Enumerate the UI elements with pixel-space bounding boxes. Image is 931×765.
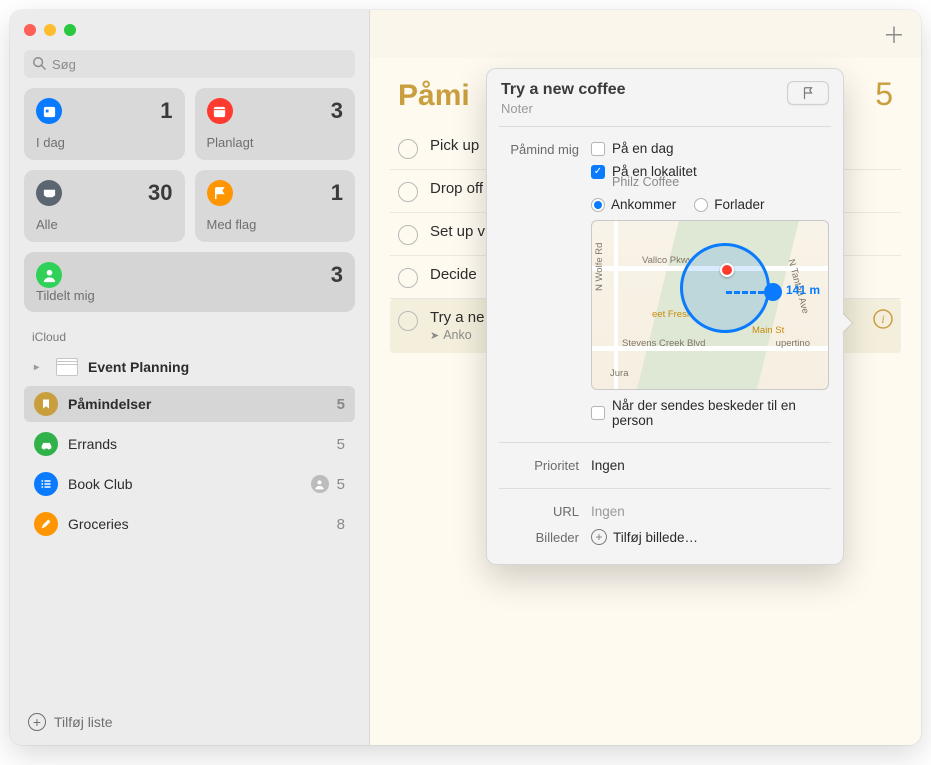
popover-title[interactable]: Try a new coffee <box>501 81 626 99</box>
map-road-label: Vallco Pkwy <box>642 255 693 266</box>
on-a-day-checkbox[interactable]: På en dag <box>591 141 829 156</box>
toolbar: ＋ <box>370 10 921 58</box>
arriving-radio[interactable]: Ankommer <box>591 197 676 212</box>
map-road-label: N Wolfe Rd <box>594 243 605 291</box>
minimize-window-button[interactable] <box>44 24 56 36</box>
map-pin-icon <box>720 263 734 277</box>
when-messaging-checkbox[interactable]: Når der sendes beskeder til en person <box>591 398 829 428</box>
list-folder-event-planning[interactable]: ▸ Event Planning <box>24 352 355 382</box>
notes-field[interactable]: Noter <box>501 101 626 116</box>
pencil-icon <box>34 512 58 536</box>
tray-icon <box>36 180 62 206</box>
reminder-checkbox[interactable] <box>398 268 418 288</box>
page-count: 5 <box>875 76 893 113</box>
calendar-icon <box>207 98 233 124</box>
reminder-checkbox[interactable] <box>398 139 418 159</box>
geofence-circle[interactable] <box>680 243 770 333</box>
list-count: 5 <box>337 436 345 453</box>
reminder-title: Decide <box>430 266 477 283</box>
window-controls <box>10 10 369 46</box>
map-road-label: upertino <box>776 338 810 349</box>
geofence-distance: 141 m <box>786 283 820 297</box>
map-road-label: Stevens Creek Blvd <box>622 338 705 349</box>
sidebar: Søg 1 I dag 3 Planlagt <box>10 10 370 745</box>
list-count: 5 <box>337 476 345 493</box>
list-label: Errands <box>68 436 117 452</box>
chevron-right-icon: ▸ <box>34 362 46 373</box>
reminder-title: Drop off <box>430 180 483 197</box>
reminder-checkbox[interactable] <box>398 182 418 202</box>
account-section-header: iCloud <box>10 320 369 350</box>
list-count: 8 <box>337 516 345 533</box>
location-name: Philz Coffee <box>612 175 829 189</box>
list-label: Book Club <box>68 476 133 492</box>
leaving-radio[interactable]: Forlader <box>694 197 764 212</box>
car-icon <box>34 432 58 456</box>
reminder-checkbox[interactable] <box>398 225 418 245</box>
popover-arrow <box>842 313 852 333</box>
smart-list-scheduled[interactable]: 3 Planlagt <box>195 88 356 160</box>
close-window-button[interactable] <box>24 24 36 36</box>
url-label: URL <box>501 504 579 519</box>
reminder-title: Try a ne <box>430 309 484 326</box>
smart-list-assigned[interactable]: 3 Tildelt mig <box>24 252 355 312</box>
list-count: 5 <box>337 396 345 413</box>
priority-select[interactable]: Ingen <box>591 458 625 473</box>
shared-icon <box>311 475 329 493</box>
svg-text:i: i <box>881 312 884 326</box>
add-list-label: Tilføj liste <box>54 714 113 730</box>
add-image-button[interactable]: + Tilføj billede… <box>591 529 698 545</box>
map-poi-label: Main St <box>752 325 784 336</box>
geofence-handle[interactable] <box>764 283 782 301</box>
bookmark-icon <box>34 392 58 416</box>
calendar-today-icon <box>36 98 62 124</box>
list-groceries[interactable]: Groceries 8 <box>24 506 355 542</box>
search-placeholder: Søg <box>52 57 76 72</box>
reminder-title: Pick up <box>430 137 479 154</box>
plus-circle-icon: + <box>28 713 46 731</box>
reminder-title: Set up v <box>430 223 485 240</box>
priority-label: Prioritet <box>501 458 579 473</box>
fullscreen-window-button[interactable] <box>64 24 76 36</box>
flag-icon <box>207 180 233 206</box>
flag-toggle-button[interactable] <box>787 81 829 105</box>
url-field[interactable]: Ingen <box>591 504 625 519</box>
search-icon <box>32 56 46 73</box>
reminder-checkbox[interactable] <box>398 311 418 331</box>
plus-circle-icon: + <box>591 529 607 545</box>
person-icon <box>36 262 62 288</box>
smart-list-all[interactable]: 30 Alle <box>24 170 185 242</box>
new-reminder-button[interactable]: ＋ <box>883 18 905 50</box>
list-reminders[interactable]: Påmindelser 5 <box>24 386 355 422</box>
search-input[interactable]: Søg <box>24 50 355 78</box>
list-bullet-icon <box>34 472 58 496</box>
page-title: Påmi <box>398 79 470 113</box>
smart-list-today[interactable]: 1 I dag <box>24 88 185 160</box>
list-label: Groceries <box>68 516 129 532</box>
info-button[interactable]: i <box>873 309 893 333</box>
list-errands[interactable]: Errands 5 <box>24 426 355 462</box>
reminder-subtitle: Anko <box>443 328 472 342</box>
location-arrow-icon: ➤ <box>430 329 439 342</box>
folder-stack-icon <box>56 358 78 376</box>
smart-list-flagged[interactable]: 1 Med flag <box>195 170 356 242</box>
list-label: Påmindelser <box>68 396 151 412</box>
map-road-label: Jura <box>610 368 628 379</box>
list-label: Event Planning <box>88 359 189 375</box>
remind-me-label: Påmind mig <box>501 141 579 428</box>
location-map[interactable]: Vallco Pkwy N Wolfe Rd Stevens Creek Blv… <box>591 220 829 390</box>
add-list-button[interactable]: + Tilføj liste <box>10 699 369 745</box>
reminder-details-popover: Try a new coffee Noter Påmind mig På en … <box>486 68 844 565</box>
images-label: Billeder <box>501 530 579 545</box>
list-book-club[interactable]: Book Club 5 <box>24 466 355 502</box>
